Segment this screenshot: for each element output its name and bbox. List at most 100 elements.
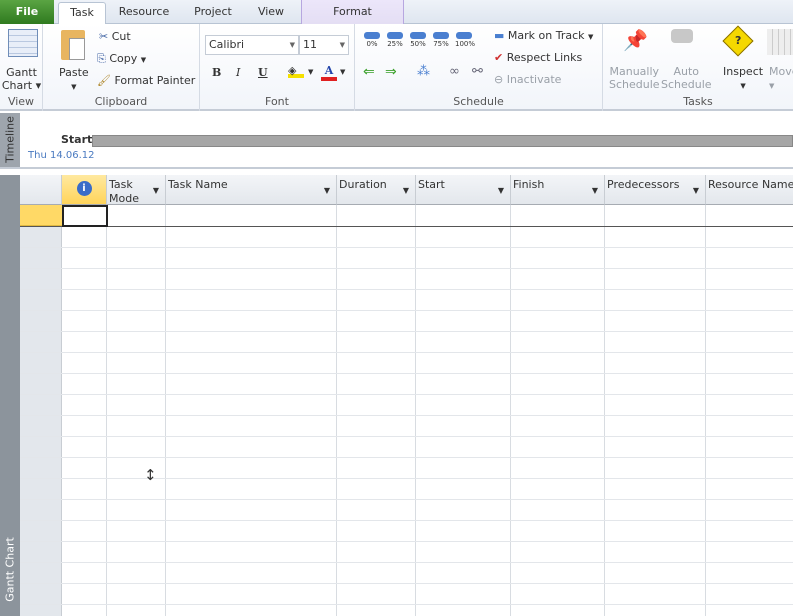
tab-project[interactable]: Project: [185, 2, 241, 24]
filter-dropdown-icon[interactable]: ▼: [498, 184, 504, 198]
move-button[interactable]: Move▼: [769, 65, 793, 91]
auto-schedule-button[interactable]: Auto Schedule: [661, 65, 712, 91]
highlight-color-button[interactable]: ◈: [288, 64, 304, 78]
italic-button[interactable]: I: [236, 66, 240, 79]
row-divider: [20, 247, 793, 248]
filter-dropdown-icon[interactable]: ▼: [403, 184, 409, 198]
format-painter-label: Format Painter: [114, 74, 196, 87]
group-label-font: Font: [265, 95, 289, 108]
header-indicators[interactable]: i: [62, 175, 107, 205]
mark-on-track-button[interactable]: ▬ Mark on Track ▼: [494, 29, 593, 42]
font-color-dropdown[interactable]: ▼: [340, 68, 345, 76]
unlink-tasks-icon[interactable]: ⚯: [472, 64, 483, 79]
resource-names-column: [706, 205, 793, 616]
filter-dropdown-icon[interactable]: ▼: [324, 184, 330, 198]
row-divider: [20, 289, 793, 290]
group-label-clipboard: Clipboard: [94, 95, 148, 108]
pin-icon: 📌: [623, 28, 648, 52]
brush-icon: 🖌: [97, 74, 111, 87]
row-divider: [20, 436, 793, 437]
timeline-label-text: Timeline: [3, 116, 17, 163]
duration-column: [337, 205, 416, 616]
header-finish[interactable]: Finish ▼: [511, 175, 605, 205]
header-duration[interactable]: Duration ▼: [337, 175, 416, 205]
paint-bucket-icon: ◈: [288, 64, 297, 77]
header-start[interactable]: Start ▼: [416, 175, 511, 205]
row-divider: [20, 268, 793, 269]
view-bar[interactable]: Gantt Chart: [0, 175, 20, 616]
respect-links-button[interactable]: ✔ Respect Links: [494, 51, 582, 64]
link-tasks-icon[interactable]: ∞: [449, 64, 460, 79]
auto-label-2: Schedule: [661, 78, 712, 91]
group-label-view: View: [7, 95, 35, 108]
inspect-button[interactable]: Inspect ▼: [723, 65, 763, 91]
inactivate-icon: ⊖: [494, 73, 504, 86]
duration-label: Duration: [339, 178, 387, 191]
timeline-side-label: Timeline: [0, 113, 20, 167]
indent-icon[interactable]: ⇒: [385, 64, 397, 80]
group-clipboard: Paste ▼ ✂ Cut ⎘ Copy ▼ 🖌 Format Painter C…: [43, 24, 200, 111]
mark-50-button[interactable]: 50%: [409, 32, 427, 48]
mark-25-button[interactable]: 25%: [386, 32, 404, 48]
underline-button[interactable]: U: [258, 66, 268, 79]
tab-view[interactable]: View: [250, 2, 292, 24]
row-divider: [20, 457, 793, 458]
paste-button[interactable]: Paste ▼: [59, 66, 89, 92]
timeline-bar[interactable]: [92, 135, 793, 147]
gantt-label-2: Chart: [1, 79, 33, 92]
task-mode-column: [107, 205, 166, 616]
select-all-corner[interactable]: [20, 175, 62, 205]
mark-0-button[interactable]: 0%: [363, 32, 381, 48]
info-icon: i: [76, 181, 92, 196]
filter-dropdown-icon[interactable]: ▼: [153, 184, 159, 198]
resource-names-label: Resource Name: [708, 178, 793, 191]
resize-cursor-icon: ↕: [144, 466, 157, 484]
header-predecessors[interactable]: Predecessors ▼: [605, 175, 706, 205]
split-task-icon[interactable]: ⁂: [417, 64, 430, 79]
tab-resource[interactable]: Resource: [112, 2, 176, 24]
active-cell[interactable]: [62, 205, 108, 227]
finish-label: Finish: [513, 178, 545, 191]
tab-format[interactable]: Format: [301, 0, 404, 24]
start-label: Start: [418, 178, 445, 191]
task-sheet[interactable]: i Task Mode ▼ Task Name ▼ Duration ▼ Start ▼ …: [20, 175, 793, 616]
row-divider: [20, 331, 793, 332]
row-divider: [20, 499, 793, 500]
copy-button[interactable]: ⎘ Copy ▼: [97, 52, 146, 66]
paste-label: Paste: [59, 66, 89, 79]
row-divider: [20, 352, 793, 353]
manually-schedule-button[interactable]: Manually Schedule: [609, 65, 660, 91]
filter-dropdown-icon[interactable]: ▼: [693, 184, 699, 198]
mark-75-button[interactable]: 75%: [432, 32, 450, 48]
selected-row-header[interactable]: [20, 205, 62, 226]
selected-row-bottom-line: [20, 226, 793, 227]
gantt-chart-icon: [8, 29, 38, 57]
mark-on-track-label: Mark on Track: [507, 29, 585, 42]
header-task-mode[interactable]: Task Mode ▼: [107, 175, 166, 205]
header-resource-names[interactable]: Resource Name: [706, 175, 793, 205]
inactivate-button[interactable]: ⊖ Inactivate: [494, 73, 561, 86]
tab-file[interactable]: File: [0, 0, 54, 24]
font-color-button[interactable]: A: [321, 64, 337, 81]
timeline-pane[interactable]: Timeline Start Thu 14.06.12: [0, 113, 793, 169]
group-schedule: 0% 25% 50% 75% 100% ⇐ ⇒ ⁂ ∞ ⚯ ▬ Mark on …: [355, 24, 603, 111]
filter-dropdown-icon[interactable]: ▼: [592, 184, 598, 198]
header-task-name[interactable]: Task Name ▼: [166, 175, 337, 205]
group-label-tasks: Tasks: [683, 95, 713, 108]
tab-task[interactable]: Task: [58, 2, 106, 25]
respect-links-icon: ✔: [494, 51, 504, 64]
bold-button[interactable]: B: [212, 66, 221, 79]
format-painter-button[interactable]: 🖌 Format Painter: [97, 74, 195, 87]
group-tasks: 📌 Manually Schedule Auto Schedule ? Inspec…: [603, 24, 793, 111]
highlight-dropdown[interactable]: ▼: [308, 68, 313, 76]
task-name-label: Task Name: [168, 178, 228, 191]
respect-links-label: Respect Links: [506, 51, 583, 64]
gantt-label-1: Gantt: [6, 66, 37, 79]
manually-label-1: Manually: [609, 65, 660, 78]
outdent-icon[interactable]: ⇐: [363, 64, 375, 80]
font-size-select[interactable]: 11 ▼: [299, 35, 349, 55]
gantt-chart-button[interactable]: Gantt Chart ▾: [0, 66, 43, 92]
mark-100-button[interactable]: 100%: [455, 32, 475, 48]
font-name-select[interactable]: Calibri ▼: [205, 35, 299, 55]
cut-button[interactable]: ✂ Cut: [99, 30, 131, 43]
